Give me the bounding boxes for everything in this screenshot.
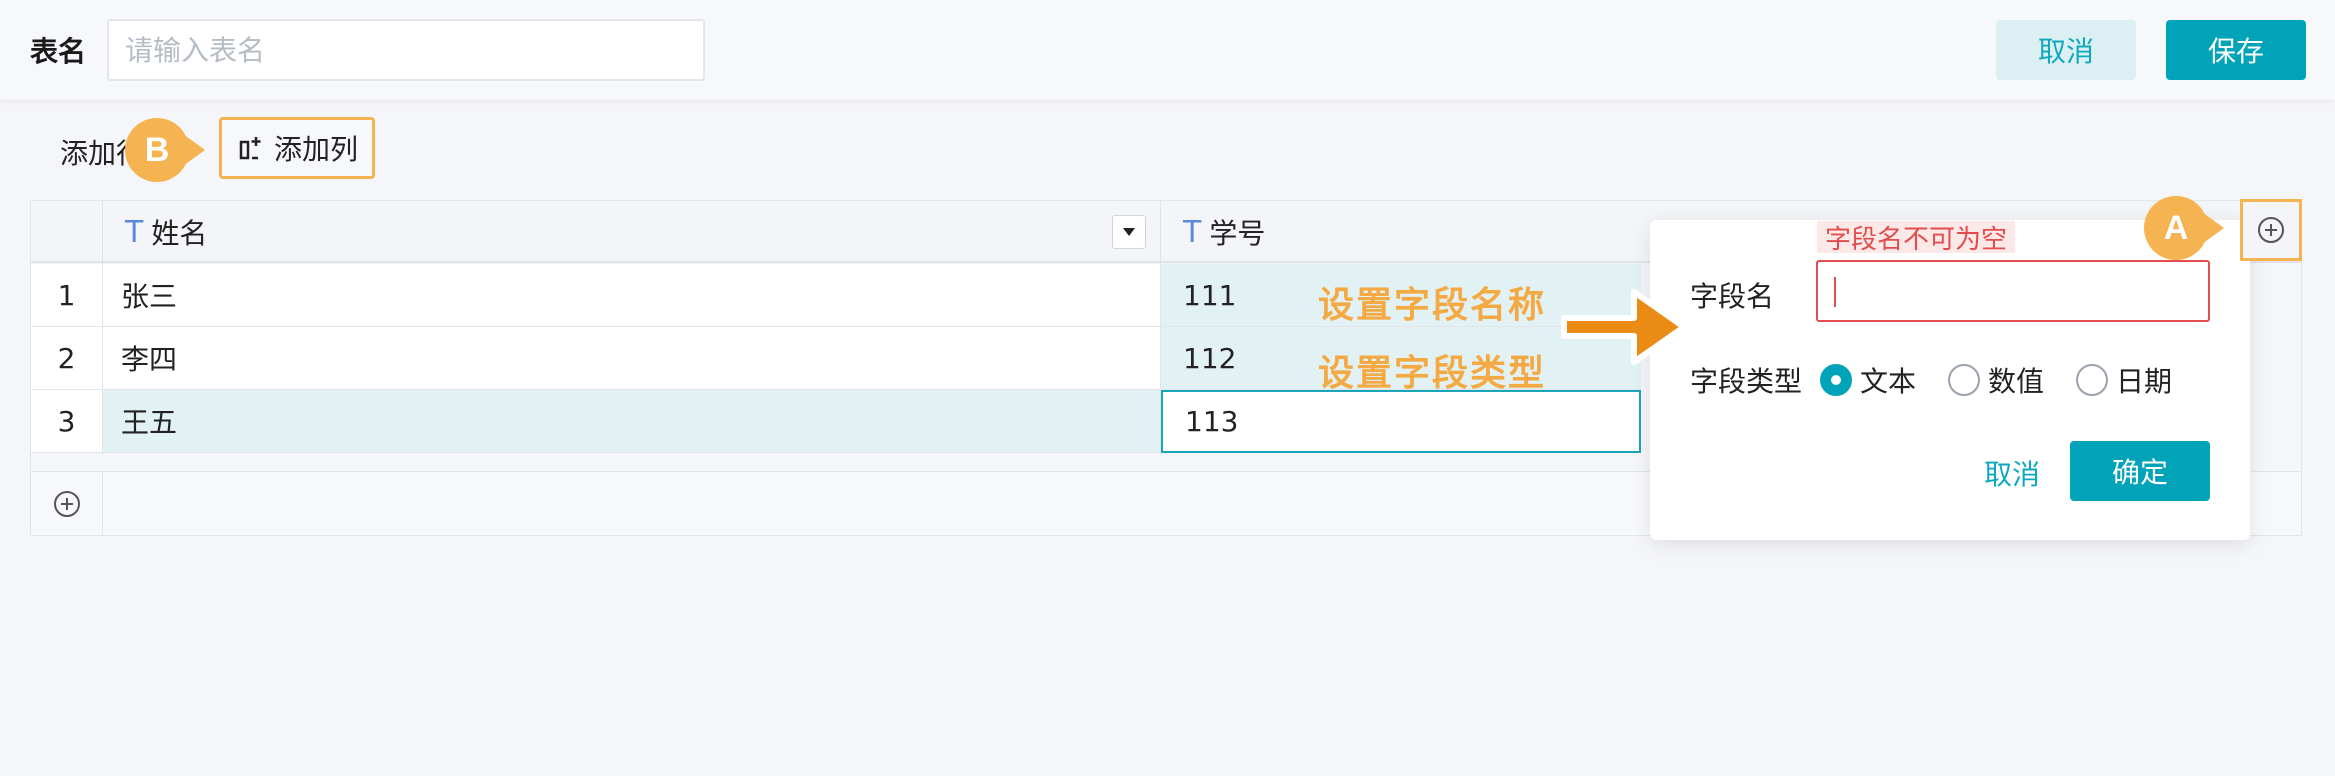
error-tooltip: 字段名不可为空 — [1817, 221, 2016, 255]
column-title: 姓名 — [151, 217, 208, 250]
column-header-name[interactable]: T 姓名 — [125, 201, 207, 263]
add-row-button[interactable]: 添加行 — [52, 132, 132, 172]
field-type-label: 字段类型 — [1690, 365, 1803, 398]
text-type-icon: T — [1183, 214, 1202, 250]
annotation-set-name: 设置字段名称 — [1318, 285, 1547, 326]
table-cell[interactable]: 王五 — [103, 390, 1160, 453]
field-name-input[interactable] — [1816, 260, 2210, 322]
add-column-label: 添加列 — [273, 133, 358, 166]
row-number: 1 — [31, 264, 102, 327]
save-button[interactable]: 保存 — [2166, 20, 2306, 80]
marker-a: A — [2144, 196, 2224, 260]
column-title: 学号 — [1209, 217, 1266, 250]
table-cell[interactable]: 李四 — [103, 327, 1160, 390]
radio-date[interactable]: 日期 — [2076, 360, 2172, 400]
popup-confirm-button[interactable]: 确定 — [2070, 441, 2210, 501]
add-column-icon — [239, 137, 261, 160]
cancel-button[interactable]: 取消 — [1996, 20, 2136, 80]
radio-dot — [2076, 364, 2108, 396]
plus-circle-icon — [2258, 217, 2284, 243]
annotation-arrow-icon — [1560, 282, 1690, 376]
radio-number[interactable]: 数值 — [1948, 360, 2044, 400]
radio-text[interactable]: 文本 — [1820, 360, 1916, 400]
radio-label: 数值 — [1988, 365, 2045, 398]
field-name-label: 字段名 — [1690, 280, 1775, 313]
radio-label: 文本 — [1860, 365, 1917, 398]
caret-down-icon — [1123, 228, 1135, 236]
table-name-label: 表名 — [30, 35, 87, 68]
text-caret — [1834, 277, 1836, 307]
plus-circle-icon — [53, 490, 80, 517]
row-number: 3 — [31, 390, 102, 453]
radio-dot — [1948, 364, 1980, 396]
add-row-label: 添加行 — [60, 137, 132, 170]
column-header-student-id[interactable]: T 学号 — [1183, 201, 1265, 263]
add-row-plus-button[interactable] — [31, 472, 103, 535]
column-dropdown-button[interactable] — [1112, 215, 1146, 249]
marker-b: B — [125, 118, 205, 182]
radio-dot — [1820, 364, 1852, 396]
annotation-set-type: 设置字段类型 — [1318, 353, 1547, 394]
radio-label: 日期 — [2116, 365, 2173, 398]
text-type-icon: T — [125, 214, 144, 250]
add-column-plus-button[interactable] — [2240, 199, 2302, 261]
table-name-input[interactable] — [107, 19, 705, 81]
add-column-button[interactable]: 添加列 — [219, 117, 375, 179]
row-number: 2 — [31, 327, 102, 390]
column-divider — [1160, 201, 1161, 455]
table-cell[interactable]: 张三 — [103, 264, 1160, 327]
table-cell-selected[interactable]: 113 — [1161, 390, 1641, 453]
popup-cancel-button[interactable]: 取消 — [1984, 453, 2040, 493]
